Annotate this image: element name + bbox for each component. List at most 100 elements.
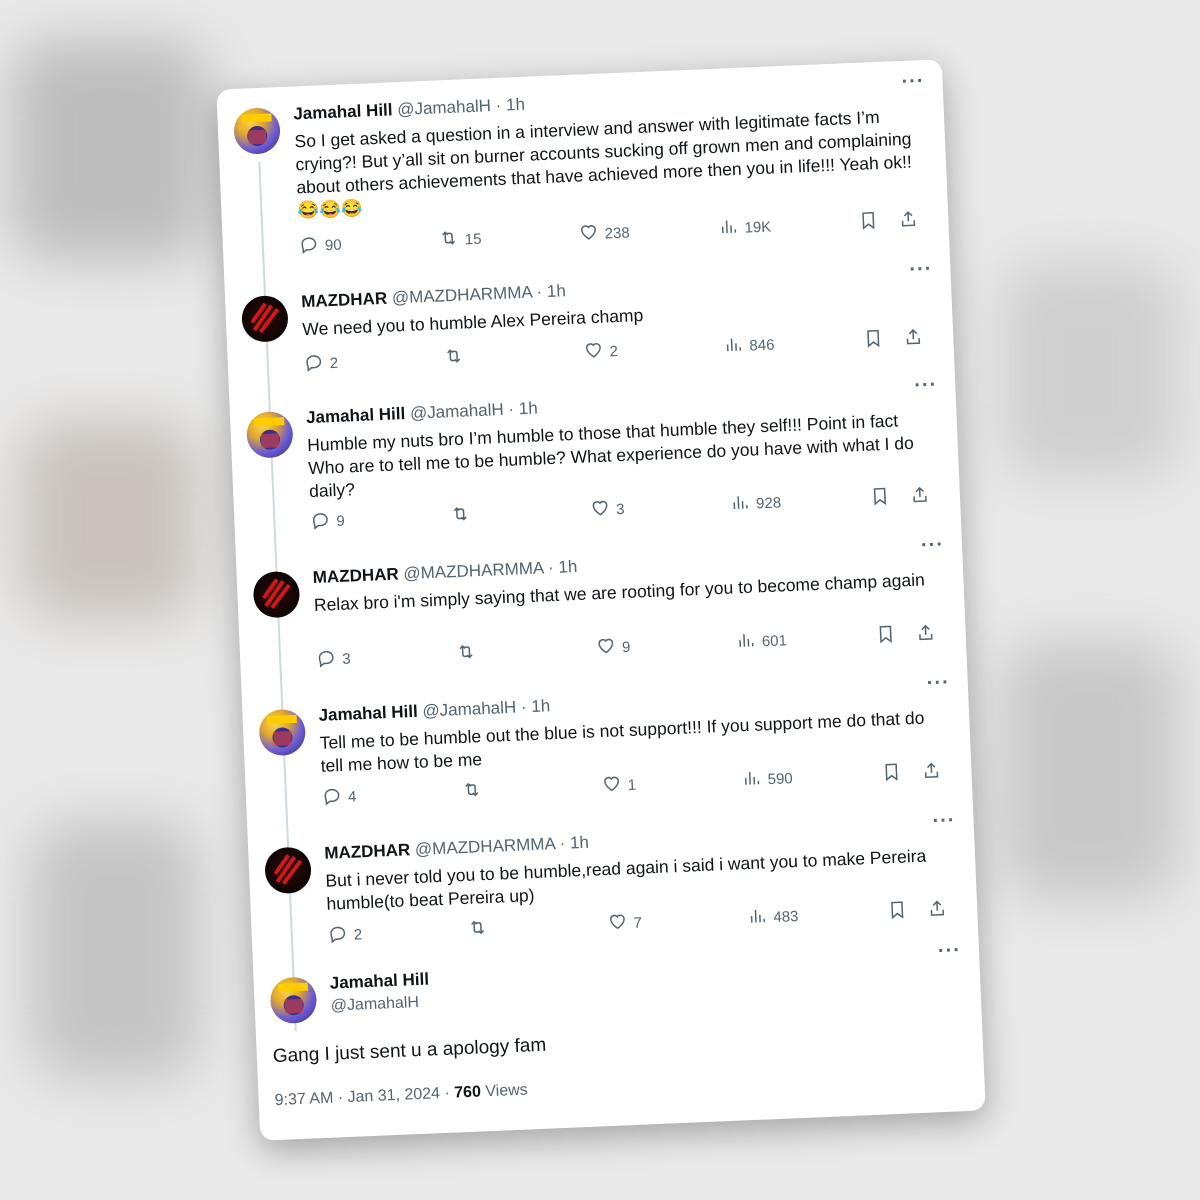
share-button[interactable]: [909, 484, 930, 509]
like-icon: [578, 222, 599, 247]
like-count: 3: [615, 500, 625, 518]
mazdhar-avatar[interactable]: [264, 846, 312, 895]
author-name[interactable]: Jamahal Hill: [293, 100, 393, 123]
tweet-time[interactable]: 1h: [506, 95, 526, 115]
retweet-button[interactable]: [467, 917, 494, 942]
tweet-header: Jamahal Hill @JamahalH · 1h: [293, 95, 525, 125]
separator: ·: [444, 1084, 451, 1102]
author-handle[interactable]: @JamahalH: [410, 400, 505, 423]
tweet-time[interactable]: 1h: [546, 281, 566, 301]
views-button[interactable]: 601: [735, 628, 787, 654]
author-name[interactable]: Jamahal Hill: [318, 702, 418, 725]
views-button[interactable]: 928: [730, 490, 782, 516]
like-button[interactable]: 7: [607, 911, 642, 936]
reply-button[interactable]: 4: [322, 784, 357, 809]
tweet-time[interactable]: 9:37 AM: [274, 1090, 333, 1109]
tweet-header: Jamahal Hill @JamahalH · 1h: [306, 398, 538, 428]
author-name[interactable]: MAZDHAR: [324, 840, 411, 863]
jamahal-avatar[interactable]: [258, 708, 307, 757]
jamahal-avatar[interactable]: [269, 976, 318, 1025]
share-button[interactable]: [898, 208, 919, 233]
mazdhar-avatar[interactable]: [240, 294, 289, 343]
like-count: 9: [621, 638, 631, 656]
like-button[interactable]: 1: [601, 773, 636, 798]
like-button[interactable]: 3: [590, 497, 625, 522]
views-icon: [741, 767, 762, 792]
reply-button[interactable]: 9: [310, 509, 345, 534]
tweet-time[interactable]: 1h: [570, 833, 590, 853]
tweet-time[interactable]: 1h: [558, 557, 578, 577]
more-options-icon[interactable]: ···: [914, 374, 938, 398]
more-options-icon[interactable]: ···: [932, 809, 956, 833]
reply-icon: [310, 509, 331, 534]
tweet: Jamahal Hill @JamahalH · 1h ··· Humble m…: [229, 363, 961, 553]
more-options-icon[interactable]: ···: [926, 671, 950, 695]
author-handle[interactable]: @JamahalH: [330, 994, 419, 1016]
bookmark-button[interactable]: [858, 210, 879, 235]
more-options-icon[interactable]: ···: [921, 534, 945, 558]
retweet-button[interactable]: [456, 641, 483, 666]
reply-count: 2: [353, 925, 363, 944]
retweet-button[interactable]: [443, 345, 470, 370]
like-icon: [590, 498, 611, 523]
share-button[interactable]: [903, 326, 924, 351]
author-handle[interactable]: @MAZDHARMMA: [415, 834, 556, 859]
share-icon: [915, 622, 936, 647]
author-handle[interactable]: @JamahalH: [397, 96, 492, 119]
reply-count: 9: [336, 512, 346, 530]
author-handle[interactable]: @MAZDHARMMA: [391, 283, 532, 308]
retweet-button[interactable]: 15: [438, 227, 482, 253]
author-name[interactable]: Jamahal Hill: [329, 970, 429, 994]
bookmark-button[interactable]: [875, 624, 896, 649]
bookmark-button[interactable]: [887, 899, 908, 924]
reply-count: 3: [341, 650, 351, 668]
final-tweet: Jamahal Hill @JamahalH ··· Gang I just s…: [253, 928, 986, 1140]
like-count: 1: [627, 776, 637, 794]
jamahal-avatar[interactable]: [233, 107, 282, 155]
author-handle[interactable]: @JamahalH: [422, 698, 517, 721]
author-handle[interactable]: @MAZDHARMMA: [403, 558, 544, 583]
more-options-icon[interactable]: ···: [901, 70, 925, 94]
retweet-button[interactable]: [461, 779, 488, 804]
mazdhar-avatar[interactable]: [252, 570, 301, 619]
like-button[interactable]: 2: [583, 339, 618, 364]
bookmark-button[interactable]: [881, 762, 902, 787]
like-button[interactable]: 238: [578, 220, 630, 246]
tweet-time[interactable]: 1h: [531, 696, 551, 716]
like-count: 2: [609, 342, 619, 360]
tweet-date[interactable]: Jan 31, 2024: [347, 1085, 440, 1106]
jamahal-avatar[interactable]: [245, 410, 294, 459]
background-blob: [1000, 640, 1180, 900]
view-count: 846: [749, 336, 775, 355]
bookmark-icon: [863, 328, 884, 353]
reply-icon: [303, 351, 324, 376]
views-button[interactable]: 19K: [718, 215, 772, 241]
retweet-button[interactable]: [450, 503, 477, 528]
views-label: Views: [484, 1081, 529, 1101]
author-name[interactable]: MAZDHAR: [301, 289, 388, 312]
author-name[interactable]: MAZDHAR: [312, 564, 399, 587]
reply-button[interactable]: 2: [327, 922, 362, 947]
like-icon: [607, 911, 628, 936]
view-count: 483: [773, 907, 799, 926]
reply-count: 90: [324, 236, 342, 254]
reply-button[interactable]: 2: [303, 351, 339, 376]
share-button[interactable]: [915, 622, 936, 647]
views-button[interactable]: 483: [747, 904, 799, 930]
retweet-count: 15: [464, 230, 482, 248]
views-button[interactable]: 590: [741, 766, 793, 792]
share-button[interactable]: [927, 898, 948, 923]
views-button[interactable]: 846: [723, 333, 775, 359]
bookmark-button[interactable]: [869, 486, 890, 511]
reply-button[interactable]: 3: [316, 647, 351, 672]
share-button[interactable]: [921, 760, 942, 785]
bookmark-button[interactable]: [863, 328, 884, 353]
author-name[interactable]: Jamahal Hill: [306, 404, 406, 427]
tweet-header: MAZDHAR @MAZDHARMMA · 1h: [301, 281, 566, 312]
more-options-icon[interactable]: ···: [938, 939, 962, 963]
tweet-time[interactable]: 1h: [518, 398, 538, 418]
like-button[interactable]: 9: [596, 635, 631, 660]
more-options-icon[interactable]: ···: [909, 258, 933, 282]
share-icon: [927, 898, 948, 923]
reply-button[interactable]: 90: [298, 233, 342, 259]
